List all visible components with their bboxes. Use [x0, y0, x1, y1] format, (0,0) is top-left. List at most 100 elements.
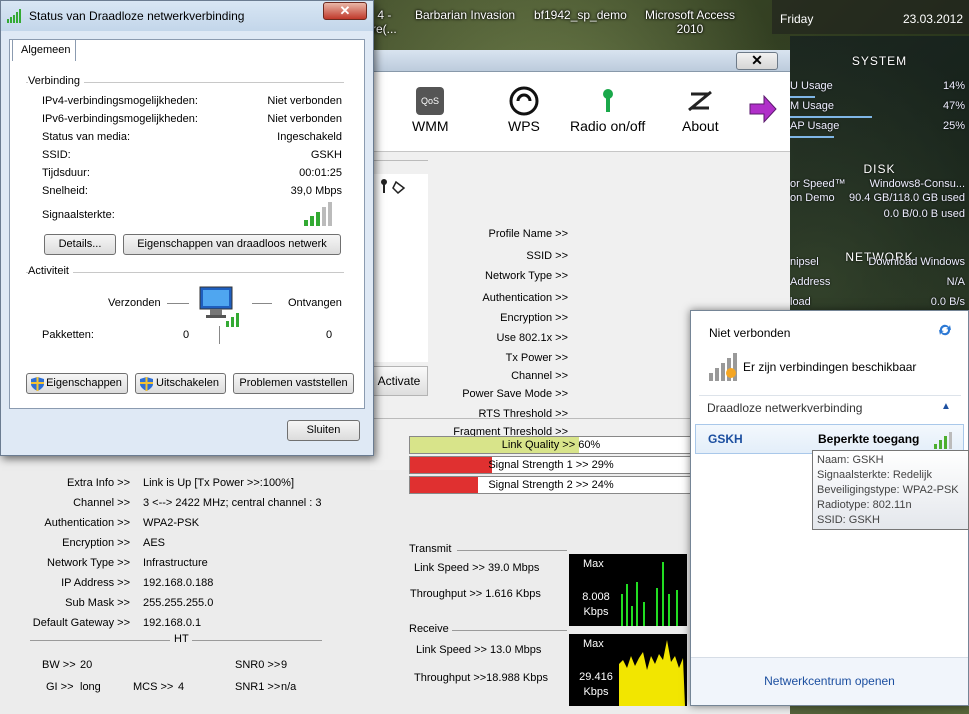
receive-graph: Max 29.416 Kbps — [569, 634, 687, 706]
profile-field-label: Power Save Mode >> — [462, 388, 568, 400]
wmm-button[interactable]: QoS WMM — [412, 86, 449, 134]
info-row-auth: Authentication >> WPA2-PSK — [44, 517, 200, 529]
ht-divider-right — [192, 640, 322, 641]
status-row-ipv6: IPv6-verbindingsmogelijkheden: Niet verbo… — [42, 113, 342, 125]
status-row-duration: Tijdsduur: 00:01:25 — [42, 167, 342, 179]
gadget-row: 0.0 B/0.0 B used — [883, 208, 965, 220]
profile-field-label: Encryption >> — [500, 312, 568, 324]
utility-toolbar: QoS WMM WPS Radio on/off About — [370, 72, 790, 152]
tooltip-line: SSID: GSKH — [817, 514, 880, 526]
network-center-link[interactable]: Netwerkcentrum openen — [691, 674, 968, 688]
profile-field-label: RTS Threshold >> — [478, 408, 568, 420]
transmit-graph: Max 8.008 Kbps — [569, 554, 687, 626]
next-arrow-icon[interactable] — [748, 94, 778, 124]
transmit-title: Transmit — [409, 543, 452, 555]
taskbar-item-access[interactable]: Microsoft Access 2010 — [645, 8, 735, 36]
group-line — [26, 272, 344, 273]
taskbar-item-1[interactable]: 4 - re(... — [372, 8, 397, 36]
network-bars-sun-icon — [709, 353, 737, 381]
taskbar-item-barbarian[interactable]: Barbarian Invasion — [415, 8, 515, 22]
info-row-mask: Sub Mask >> 255.255.255.0 — [65, 597, 214, 609]
gadget-mem-bar — [790, 116, 873, 118]
diagnose-button[interactable]: Problemen vaststellen — [233, 373, 354, 394]
about-logo-icon — [688, 90, 713, 112]
wps-button[interactable]: WPS — [508, 86, 540, 134]
status-row-media: Status van media: Ingeschakeld — [42, 131, 342, 143]
snr1-value: n/a — [281, 681, 297, 693]
mcs-label: MCS >> — [133, 681, 174, 693]
profile-status-icon — [381, 179, 406, 194]
group-connection-label: Verbinding — [28, 75, 84, 87]
gi-value: long — [80, 681, 101, 693]
bw-value: 20 — [80, 659, 93, 671]
ht-divider-left — [30, 640, 170, 641]
status-dialog-title: Status van Draadloze netwerkverbinding — [29, 9, 245, 23]
shield-icon — [31, 377, 44, 391]
gadget-row: or Speed™ Windows8-Consu... — [790, 178, 965, 190]
status-dialog-close-button[interactable]: ✕ — [323, 2, 367, 20]
disable-button[interactable]: Uitschakelen — [135, 373, 226, 394]
gadget-cpu-bar — [790, 96, 815, 98]
network-tooltip: Naam: GSKH Signaalsterkte: Redelijk Beve… — [812, 450, 969, 530]
profile-field-label: Tx Power >> — [505, 352, 568, 364]
chevron-up-icon[interactable]: ▲ — [941, 401, 951, 412]
profile-field-label: Channel >> — [511, 370, 568, 382]
ht-label: HT — [174, 633, 189, 645]
close-button[interactable]: Sluiten — [287, 420, 360, 441]
profile-field-label: Use 802.1x >> — [496, 332, 568, 344]
taskbar-item-bf1942[interactable]: bf1942_sp_demo — [534, 8, 627, 22]
clock-gadget: Friday 23.03.2012 — [772, 0, 969, 34]
bw-label: BW >> — [42, 659, 76, 671]
about-button[interactable]: About — [682, 86, 719, 134]
taskbar-items: 4 - re(... Barbarian Invasion bf1942_sp_… — [372, 0, 772, 44]
receive-throughput: Throughput >>18.988 Kbps — [414, 672, 548, 684]
gadget-system-header: SYSTEM — [851, 54, 908, 68]
status-row-speed: Snelheid: 39,0 Mbps — [42, 185, 342, 197]
tooltip-line: Naam: GSKH — [817, 454, 884, 466]
gadget-row: U Usage 14% — [790, 80, 965, 92]
snr1-label: SNR1 >> — [235, 681, 281, 693]
separator — [370, 160, 428, 161]
svg-text:QoS: QoS — [421, 96, 439, 106]
tab-general[interactable]: Algemeen — [12, 39, 76, 61]
mcs-value: 4 — [178, 681, 185, 693]
receive-link-speed: Link Speed >> 13.0 Mbps — [416, 644, 542, 656]
received-line — [252, 303, 272, 304]
signal-strength-1-bar: Signal Strength 1 >> 29% — [409, 456, 693, 474]
utility-titlebar: ✕ — [370, 50, 790, 72]
properties-button[interactable]: Eigenschappen — [26, 373, 128, 394]
group-activity-label: Activiteit — [28, 265, 73, 277]
info-row-encryption: Encryption >> AES — [62, 537, 166, 549]
signal-bars-icon — [7, 9, 21, 23]
transmit-throughput: Throughput >> 1.616 Kbps — [410, 588, 541, 600]
gadget-row: nipsel Download Windows — [790, 256, 965, 268]
wps-icon — [509, 86, 539, 116]
gadget-swap-bar — [790, 136, 834, 138]
signal-strength-2-bar: Signal Strength 2 >> 24% — [409, 476, 693, 494]
gadget-row: on Demo 90.4 GB/118.0 GB used — [790, 192, 965, 204]
network-state: Beperkte toegang — [818, 432, 920, 446]
activity-divider — [219, 326, 220, 344]
receive-title: Receive — [409, 623, 449, 635]
packets-received: 0 — [326, 329, 333, 341]
profile-field-label: SSID >> — [526, 250, 568, 262]
flyout-footer: Netwerkcentrum openen — [691, 657, 968, 705]
clock-date: 23.03.2012 — [902, 12, 963, 26]
radio-toggle-button[interactable]: Radio on/off — [570, 86, 645, 134]
gadget-disk-header: DISK — [863, 162, 896, 176]
receive-graph-plot — [619, 640, 685, 706]
refresh-icon[interactable] — [937, 323, 953, 337]
receive-divider — [452, 630, 567, 631]
info-row-network-type: Network Type >> Infrastructure — [47, 557, 208, 569]
flyout-divider — [699, 395, 961, 396]
gadget-row: load 0.0 B/s — [790, 296, 965, 308]
sent-label: Verzonden — [108, 297, 161, 309]
utility-close-button[interactable]: ✕ — [736, 52, 778, 70]
wireless-properties-button[interactable]: Eigenschappen van draadloos netwerk — [123, 234, 341, 255]
details-button[interactable]: Details... — [44, 234, 116, 255]
gadget-row: M Usage 47% — [790, 100, 965, 112]
gi-label: GI >> — [46, 681, 74, 693]
connections-available-text: Er zijn verbindingen beschikbaar — [743, 360, 917, 374]
signal-strength-label: Signaalsterkte: — [42, 209, 115, 221]
gadget-row: Address N/A — [790, 276, 965, 288]
